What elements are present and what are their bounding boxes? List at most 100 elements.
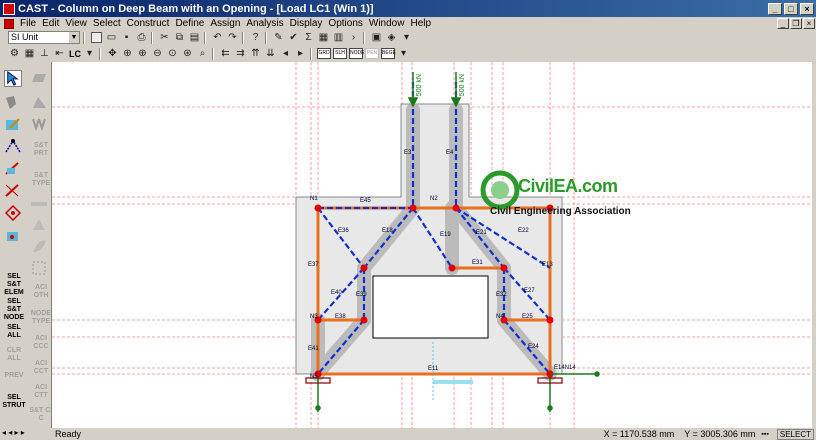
run-analysis-icon[interactable]: ▣ [370,31,383,44]
st-prt-button[interactable]: S&T PRT [29,142,53,158]
help-pointer-icon[interactable]: ? [249,31,262,44]
lc-arrow-icon[interactable]: ⇤ [53,47,66,60]
double-arrow-down-icon[interactable] [30,116,48,133]
zoom-previous-icon[interactable]: ⊙ [166,47,179,60]
select-arrow-icon[interactable] [4,70,22,87]
unit-system-select[interactable]: SI Unit ▼ [8,31,80,44]
maximize-button[interactable]: □ [784,2,798,15]
menu-construct[interactable]: Construct [124,18,173,29]
chevron-right-icon[interactable]: › [347,31,360,44]
sum-icon[interactable]: Σ [302,31,315,44]
mdi-restore-button[interactable]: ❐ [790,18,802,29]
mdi-close-button[interactable]: × [803,18,815,29]
zoom-window-icon[interactable]: ⊕ [121,47,134,60]
settings-icon[interactable]: ⚙ [8,47,21,60]
sel-st-elem-button[interactable]: SEL S&T ELEM [2,273,26,297]
zoom-extents-icon[interactable]: ⊛ [181,47,194,60]
chevron-down-icon[interactable]: ▾ [83,47,96,60]
drawing-canvas[interactable]: 500 kN 500 kN E45 E3 E4 E18 E19 E21 E22 … [51,62,813,428]
node-region-icon[interactable] [4,228,22,245]
move-right-icon[interactable]: ⇉ [234,47,247,60]
parallelogram-icon[interactable] [30,70,48,87]
aci-cct-button[interactable]: ACI CCT [29,360,53,376]
fan-shape-icon[interactable] [30,216,48,233]
cut-icon[interactable]: ✂ [158,31,171,44]
cast-app-window: CAST - Column on Deep Beam with an Openi… [0,0,816,440]
copy-icon[interactable]: ⧉ [173,31,186,44]
menu-select[interactable]: Select [90,18,124,29]
move-up-icon[interactable]: ⇈ [249,47,262,60]
nav-arrows-icon[interactable]: ◂ ◂ ▸ ▸ [2,428,25,437]
menu-options[interactable]: Options [325,18,365,29]
menu-display[interactable]: Display [287,18,326,29]
check-icon[interactable]: ✔ [287,31,300,44]
aci-ccc-button[interactable]: ACI CCC [29,335,53,351]
brush-region-icon[interactable] [30,94,48,111]
mdi-minimize-button[interactable]: _ [777,18,789,29]
menu-file[interactable]: File [17,18,39,29]
chevron-down-icon[interactable]: ▾ [397,47,410,60]
close-button[interactable]: × [800,2,814,15]
sel-strut-button[interactable]: SEL STRUT [2,394,26,410]
st-type-button[interactable]: S&T TYPE [29,172,53,188]
draw-region-icon[interactable] [4,94,22,111]
vertical-scrollbar[interactable] [812,62,816,428]
leaf-shape-icon[interactable] [30,238,48,255]
redo-icon[interactable]: ↷ [226,31,239,44]
aci-oth-button[interactable]: ACI OTH [29,284,53,300]
menu-define[interactable]: Define [172,18,207,29]
undo-icon[interactable]: ↶ [211,31,224,44]
menu-analysis[interactable]: Analysis [243,18,286,29]
aci-ctt-button[interactable]: ACI CTT [29,384,53,400]
grid-table-icon[interactable]: ▦ [317,31,330,44]
tie-draw-icon[interactable] [4,204,22,221]
move-left-icon[interactable]: ⇇ [219,47,232,60]
chevron-down-small-icon[interactable]: ▾ [400,31,413,44]
paste-icon[interactable]: ▤ [188,31,201,44]
menu-view[interactable]: View [62,18,90,29]
menu-window[interactable]: Window [366,18,408,29]
strut-shape-icon[interactable] [30,196,48,213]
slh-toggle-button[interactable]: SLH [333,48,347,59]
axis-icon[interactable]: ⊥ [38,47,51,60]
save-icon[interactable]: ▪ [120,31,133,44]
calculator-icon[interactable]: ▦ [23,47,36,60]
menu-edit[interactable]: Edit [39,18,62,29]
truss-edit-icon[interactable] [4,160,22,177]
open-folder-icon[interactable]: ▭ [105,31,118,44]
node-toggle-button[interactable]: NODE [349,48,364,59]
pan-icon[interactable]: ✥ [106,47,119,60]
new-file-icon[interactable] [90,31,103,44]
menu-help[interactable]: Help [407,18,434,29]
node-type-button[interactable]: NODE TYPE [29,310,53,326]
st-cc-button[interactable]: S&T C-C [29,407,53,423]
load-case-label[interactable]: LC [69,49,81,59]
arrow-right-icon[interactable]: ▸ [294,47,307,60]
minimize-button[interactable]: _ [768,2,782,15]
title-bar[interactable]: CAST - Column on Deep Beam with an Openi… [0,0,816,17]
zoom-all-icon[interactable]: ⌕ [196,47,209,60]
pencil-icon[interactable]: ✎ [272,31,285,44]
move-down-icon[interactable]: ⇊ [264,47,277,60]
hatch-shape-icon[interactable] [30,259,48,276]
truss-node-icon[interactable] [4,138,22,155]
grid-toggle-button[interactable]: GRD [317,48,331,59]
pencil-region-icon[interactable] [4,116,22,133]
app-icon[interactable] [3,2,15,15]
table-icon[interactable]: ▥ [332,31,345,44]
bege-toggle-button[interactable]: BEGE [381,48,396,59]
sel-all-button[interactable]: SEL ALL [2,324,26,340]
status-mode: SELECT [776,428,814,440]
arrow-left-icon[interactable]: ◂ [279,47,292,60]
menu-assign[interactable]: Assign [207,18,243,29]
sel-st-node-button[interactable]: SEL S&T NODE [2,298,26,322]
prev-button[interactable]: PREV [2,372,26,380]
zoom-in-icon[interactable]: ⊕ [136,47,149,60]
zoom-out-icon[interactable]: ⊖ [151,47,164,60]
print-icon[interactable]: ⎙ [135,31,148,44]
clr-all-button[interactable]: CLR ALL [2,347,26,363]
paint-bucket-icon[interactable]: ◈ [385,31,398,44]
strut-draw-icon[interactable] [4,182,22,199]
document-icon[interactable] [4,18,14,29]
pen-toggle-button[interactable]: PEN [365,48,379,59]
